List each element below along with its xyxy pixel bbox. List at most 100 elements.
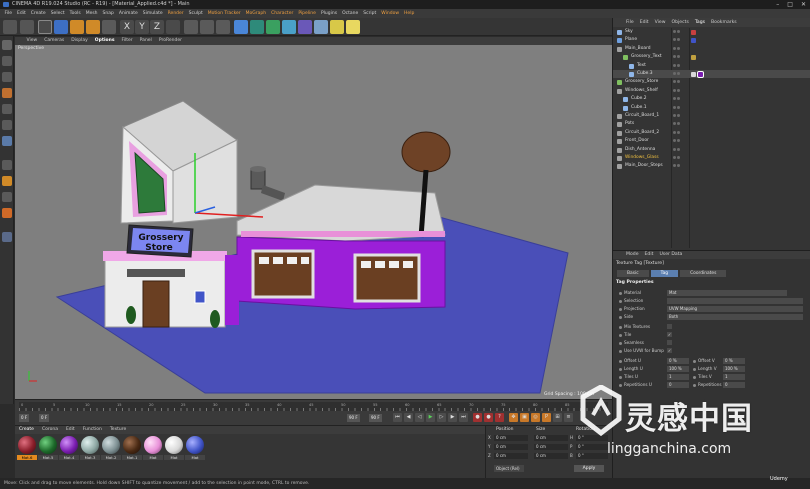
object-row[interactable]: Cube.3 bbox=[613, 70, 810, 79]
prev-frame-icon[interactable]: ◁ bbox=[415, 413, 424, 422]
object-row[interactable]: Sky bbox=[613, 28, 810, 36]
subdivision-surface-icon[interactable] bbox=[266, 20, 280, 34]
timeline-menu-icon[interactable]: ≡ bbox=[564, 413, 573, 422]
length-u-field[interactable]: 100 % bbox=[667, 365, 689, 372]
object-row[interactable]: Grossery_Store bbox=[613, 78, 810, 86]
workplane-icon[interactable] bbox=[2, 88, 12, 98]
light-icon[interactable] bbox=[346, 20, 360, 34]
polygons-mode-icon[interactable] bbox=[2, 136, 12, 146]
perspective-viewport[interactable]: Perspective Grossery Store Grid Spacing … bbox=[15, 45, 612, 399]
offset-u-field[interactable]: 0 % bbox=[667, 357, 689, 364]
coordinate-mode-dropdown[interactable]: Object (Rel) bbox=[494, 465, 524, 472]
minimize-button[interactable]: – bbox=[776, 0, 779, 9]
tiles-v-field[interactable]: 1 bbox=[723, 373, 745, 380]
menu-mesh[interactable]: Mesh bbox=[83, 9, 100, 18]
array-icon[interactable] bbox=[282, 20, 296, 34]
viewport-menu-panel[interactable]: Panel bbox=[136, 37, 155, 45]
material-link-field[interactable]: Mat bbox=[667, 289, 787, 296]
deformer-icon[interactable] bbox=[298, 20, 312, 34]
attr-menu-user-data[interactable]: User Data bbox=[656, 251, 685, 259]
attr-menu-mode[interactable]: Mode bbox=[623, 251, 642, 259]
undo-icon[interactable] bbox=[3, 20, 17, 34]
side-dropdown[interactable]: Both bbox=[667, 313, 803, 320]
material-tag-icon[interactable] bbox=[691, 37, 696, 43]
size-x-field[interactable]: 0 cm bbox=[534, 435, 568, 441]
position-z-field[interactable]: 0 cm bbox=[494, 453, 528, 459]
object-row[interactable]: Plane bbox=[613, 36, 810, 44]
material-swatch[interactable]: Mat bbox=[164, 436, 184, 460]
goto-end-icon[interactable]: ⏭ bbox=[459, 413, 468, 422]
visibility-flags[interactable] bbox=[673, 63, 687, 69]
menu-render[interactable]: Render bbox=[165, 9, 186, 18]
visibility-flags[interactable] bbox=[673, 79, 687, 85]
material-swatch[interactable]: Mat.4 bbox=[59, 436, 79, 460]
coordinate-system-icon[interactable] bbox=[166, 20, 180, 34]
key-pla-icon[interactable]: ⊞ bbox=[553, 413, 562, 422]
object-row[interactable]: Main_Board bbox=[613, 45, 810, 53]
object-row[interactable]: Text bbox=[613, 62, 810, 70]
material-tag-icon[interactable] bbox=[691, 29, 696, 35]
use-uvw-for-bump-checkbox[interactable]: ✓ bbox=[667, 348, 672, 353]
material-swatch[interactable]: Mat bbox=[185, 436, 205, 460]
next-key-icon[interactable]: ▶ bbox=[448, 413, 457, 422]
material-menu-function[interactable]: Function bbox=[79, 426, 106, 434]
om-menu-view[interactable]: View bbox=[652, 18, 669, 27]
visibility-flags[interactable] bbox=[673, 130, 687, 136]
visibility-flags[interactable] bbox=[673, 96, 687, 102]
live-selection-icon[interactable] bbox=[38, 20, 52, 34]
attr-menu-edit[interactable]: Edit bbox=[642, 251, 657, 259]
material-swatch[interactable]: Mat.5 bbox=[38, 436, 58, 460]
menu-edit[interactable]: Edit bbox=[15, 9, 29, 18]
position-x-field[interactable]: 0 cm bbox=[494, 435, 528, 441]
camera-icon[interactable] bbox=[330, 20, 344, 34]
menu-mograph[interactable]: MoGraph bbox=[243, 9, 268, 18]
mix-textures-checkbox[interactable] bbox=[667, 324, 672, 329]
object-row[interactable]: Grossery_Text bbox=[613, 53, 810, 61]
om-menu-objects[interactable]: Objects bbox=[669, 18, 692, 27]
object-row[interactable]: Main_Door_Steps bbox=[613, 162, 810, 170]
tile-checkbox[interactable]: ✓ bbox=[667, 332, 672, 337]
preview-end-field[interactable]: 90 F bbox=[369, 414, 382, 422]
visibility-flags[interactable] bbox=[673, 29, 687, 35]
material-tag-icon[interactable] bbox=[691, 54, 696, 60]
cube-icon[interactable] bbox=[234, 20, 248, 34]
key-position-icon[interactable]: ✥ bbox=[509, 413, 518, 422]
menu-tools[interactable]: Tools bbox=[67, 9, 83, 18]
menu-file[interactable]: File bbox=[2, 9, 15, 18]
selection-field[interactable] bbox=[667, 297, 803, 304]
menu-pipeline[interactable]: Pipeline bbox=[296, 9, 319, 18]
prev-key-icon[interactable]: ◀ bbox=[404, 413, 413, 422]
redo-icon[interactable] bbox=[20, 20, 34, 34]
visibility-flags[interactable] bbox=[673, 54, 687, 60]
close-button[interactable]: ✕ bbox=[801, 0, 806, 9]
tiles-u-field[interactable]: 1 bbox=[667, 373, 689, 380]
visibility-flags[interactable] bbox=[673, 163, 687, 169]
visibility-flags[interactable] bbox=[673, 71, 687, 77]
object-row[interactable]: Cube.1 bbox=[613, 104, 810, 112]
spline-pen-icon[interactable] bbox=[250, 20, 264, 34]
material-swatch[interactable]: Mat.6 bbox=[17, 436, 37, 460]
material-tag-icon[interactable] bbox=[697, 70, 704, 78]
menu-motion-tracker[interactable]: Motion Tracker bbox=[205, 9, 243, 18]
axis-mode-icon[interactable] bbox=[2, 160, 12, 170]
z-axis-icon[interactable]: Z bbox=[150, 20, 164, 34]
menu-snap[interactable]: Snap bbox=[100, 9, 116, 18]
edges-mode-icon[interactable] bbox=[2, 120, 12, 130]
material-menu-corona[interactable]: Corona bbox=[38, 426, 62, 434]
visibility-flags[interactable] bbox=[673, 138, 687, 144]
start-frame-field[interactable]: 0 F bbox=[19, 414, 30, 422]
render-picture-viewer-icon[interactable] bbox=[200, 20, 214, 34]
scale-icon[interactable] bbox=[70, 20, 84, 34]
recent-tools-icon[interactable] bbox=[102, 20, 116, 34]
menu-plugins[interactable]: Plugins bbox=[318, 9, 339, 18]
play-icon[interactable]: ▶ bbox=[426, 413, 435, 422]
position-y-field[interactable]: 0 cm bbox=[494, 444, 528, 450]
menu-window[interactable]: Window bbox=[379, 9, 402, 18]
menu-help[interactable]: Help bbox=[402, 9, 417, 18]
material-swatch[interactable]: Mat.2 bbox=[101, 436, 121, 460]
object-row[interactable]: Dish_Antenna bbox=[613, 146, 810, 154]
timeline-ruler[interactable]: 0 5 10 15 20 25 30 35 40 45 50 55 60 65 … bbox=[19, 402, 608, 411]
menu-create[interactable]: Create bbox=[28, 9, 48, 18]
size-y-field[interactable]: 0 cm bbox=[534, 444, 568, 450]
menu-simulate[interactable]: Simulate bbox=[140, 9, 165, 18]
